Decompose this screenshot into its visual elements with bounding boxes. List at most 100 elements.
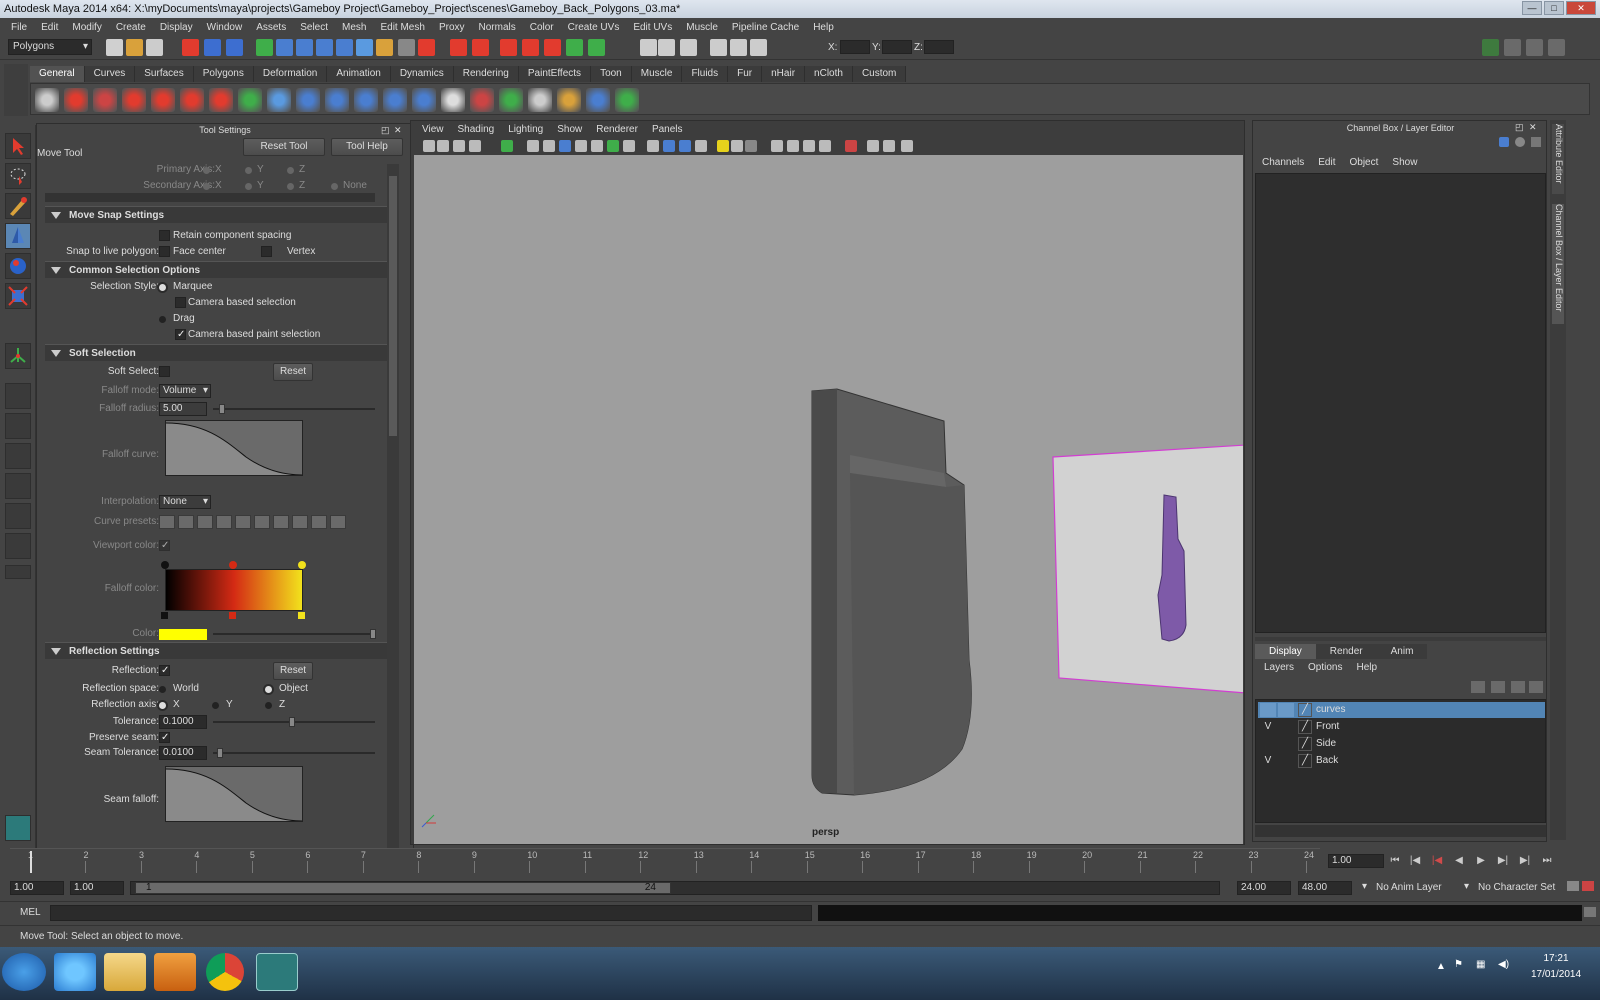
horizontal-scrollbar[interactable] [45,193,375,202]
soft-selection-header[interactable]: Soft Selection [45,344,395,361]
menu-normals[interactable]: Normals [472,22,523,33]
file-explorer-icon[interactable] [104,953,146,991]
viewport-toolbar-icon[interactable] [819,140,831,152]
status-tool-icon[interactable] [680,39,697,56]
object-radio[interactable] [265,686,272,693]
scrollbar-thumb[interactable] [389,176,397,436]
shelf-tab-custom[interactable]: Custom [852,66,907,82]
layer-color-icon[interactable]: ╱ [1298,737,1312,751]
media-player-icon[interactable] [154,953,196,991]
viewport-toolbar-icon[interactable] [771,140,783,152]
shelf-tab-ncloth[interactable]: nCloth [805,66,853,82]
shelf-tab-toon[interactable]: Toon [591,66,632,82]
viewport-menu-lighting[interactable]: Lighting [501,124,550,135]
viewport-toolbar-icon[interactable] [543,140,555,152]
tool-settings-scrollbar[interactable] [387,164,399,856]
viewport-toolbar-icon[interactable] [575,140,587,152]
new-layer-selected-icon[interactable] [1529,681,1543,693]
persp-trax-layout-icon[interactable] [5,533,31,559]
step-back-key-icon[interactable]: |◀ [1408,854,1422,868]
paint-select-tool-icon[interactable] [5,193,31,219]
show-modeling-toolkit-icon[interactable] [1482,39,1499,56]
move-snap-settings-header[interactable]: Move Snap Settings [45,206,395,223]
persp-graph-layout-icon[interactable] [5,473,31,499]
new-layer-icon[interactable] [1511,681,1525,693]
maya-taskbar-icon[interactable] [256,953,298,991]
viewport-toolbar-icon[interactable] [787,140,799,152]
layer-name[interactable]: Back [1316,754,1338,768]
close-button[interactable]: ✕ [1566,1,1596,15]
viewport-toolbar-icon[interactable] [745,140,757,152]
falloff-curve-graph[interactable] [165,420,303,476]
drag-radio[interactable] [159,316,166,323]
curve-preset-icon[interactable] [197,515,213,529]
falloff-mode-select[interactable]: Volume ▾ [159,384,211,398]
shelf-tool-icon[interactable] [499,88,523,112]
layer-visibility-toggle[interactable]: V [1260,720,1276,734]
curve-preset-icon[interactable] [311,515,327,529]
curve-preset-icon[interactable] [254,515,270,529]
layout-menu-icon[interactable] [5,565,31,579]
viewport-toolbar-icon[interactable] [803,140,815,152]
channel-box-menu-edit[interactable]: Edit [1311,157,1342,168]
layer-visibility-toggle[interactable] [1260,737,1276,751]
status-tool-icon[interactable] [450,39,467,56]
layer-template-toggle[interactable] [1278,703,1294,717]
shelf-tool-icon[interactable] [528,88,552,112]
seam-falloff-graph[interactable] [165,766,303,822]
layer-list-scrollbar[interactable] [1255,825,1546,837]
camera-paint-selection-checkbox[interactable] [175,327,186,343]
viewport-toolbar-icon[interactable] [527,140,539,152]
shelf-tab-nhair[interactable]: nHair [762,66,806,82]
viewport-toolbar-icon[interactable] [695,140,707,152]
action-center-icon[interactable]: ⚑ [1454,959,1463,970]
vertex-checkbox[interactable] [261,246,272,257]
shelf-tool-icon[interactable] [267,88,291,112]
status-tool-icon[interactable] [106,39,123,56]
range-slider-track[interactable]: 1 24 [130,881,1220,895]
channel-box-list[interactable] [1255,173,1546,633]
channel-box-side-tab[interactable]: Channel Box / Layer Editor [1552,204,1564,324]
start-button-icon[interactable] [2,953,46,991]
script-editor-icon[interactable] [1584,907,1596,917]
shelf-tool-icon[interactable] [586,88,610,112]
menu-help[interactable]: Help [806,22,841,33]
menu-edit[interactable]: Edit [34,22,65,33]
status-tool-icon[interactable] [356,39,373,56]
chrome-icon[interactable] [206,953,244,991]
shelf-tab-surfaces[interactable]: Surfaces [135,66,194,82]
layer-name[interactable]: Side [1316,737,1336,751]
layer-row[interactable]: V ╱ Back [1258,753,1545,769]
layer-color-icon[interactable]: ╱ [1298,703,1312,717]
clock-time[interactable]: 17:21 [1528,953,1584,964]
maximize-button[interactable]: □ [1544,1,1564,15]
ramp-marker-yellow[interactable] [298,612,305,619]
persp-hypershade-layout-icon[interactable] [5,503,31,529]
status-tool-icon[interactable] [276,39,293,56]
shelf-tab-animation[interactable]: Animation [327,66,391,82]
command-input[interactable] [50,905,812,921]
viewport-toolbar-icon[interactable] [469,140,481,152]
float-panel-icon[interactable]: ◰ [1515,122,1524,133]
layer-menu-help[interactable]: Help [1349,662,1384,673]
layer-row[interactable]: ╱ curves [1258,702,1545,718]
menu-window[interactable]: Window [200,22,250,33]
shelf-tool-icon[interactable] [470,88,494,112]
axis-z-radio[interactable] [265,702,272,709]
status-tool-icon[interactable] [336,39,353,56]
status-tool-icon[interactable] [566,39,583,56]
face-center-checkbox[interactable] [159,246,170,257]
menu-mesh[interactable]: Mesh [335,22,373,33]
reset-tool-button[interactable]: Reset Tool [243,138,325,156]
viewport-toolbar-icon[interactable] [867,140,879,152]
status-tool-icon[interactable] [398,39,415,56]
animation-end-field[interactable]: 48.00 [1298,881,1352,895]
viewport-toolbar-icon[interactable] [453,140,465,152]
viewport-toolbar-icon[interactable] [423,140,435,152]
layer-visibility-toggle[interactable] [1260,703,1276,717]
step-forward-frame-icon[interactable]: ▶| [1496,854,1510,868]
status-tool-icon[interactable] [658,39,675,56]
ramp-handle-red[interactable] [229,561,237,569]
lasso-tool-icon[interactable] [5,163,31,189]
status-tool-icon[interactable] [418,39,435,56]
